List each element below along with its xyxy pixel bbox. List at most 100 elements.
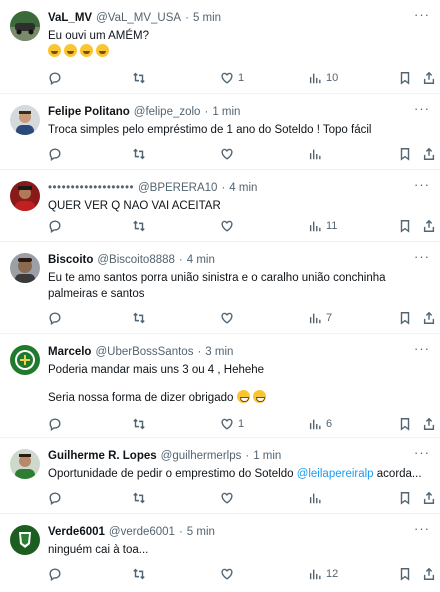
retweet-button[interactable] — [132, 71, 150, 85]
retweet-button[interactable] — [132, 311, 150, 325]
avatar[interactable] — [10, 345, 40, 375]
avatar[interactable] — [10, 525, 40, 555]
share-button[interactable] — [422, 417, 436, 431]
tweet-text: ninguém cai à toa... — [48, 542, 428, 558]
timestamp[interactable]: 4 min — [229, 180, 257, 196]
more-options-icon[interactable]: ··· — [414, 8, 430, 21]
reply-button[interactable] — [48, 417, 66, 431]
more-options-icon[interactable]: ··· — [414, 522, 430, 535]
bookmark-button[interactable] — [398, 311, 412, 325]
timestamp[interactable]: 5 min — [193, 10, 221, 26]
tweet[interactable]: Guilherme R. Lopes @guilhermerlps · 1 mi… — [0, 438, 440, 514]
retweet-button[interactable] — [132, 567, 150, 581]
tweet-text: Poderia mandar mais uns 3 ou 4 , Hehehe … — [48, 362, 428, 406]
display-name[interactable]: Felipe Politano — [48, 104, 130, 120]
share-icon — [423, 567, 435, 580]
like-button[interactable] — [220, 147, 238, 161]
tweet-text-fragment: Oportunidade de pedir o emprestimo do So… — [48, 468, 297, 480]
retweet-button[interactable] — [132, 417, 150, 431]
views-button[interactable]: 10 — [308, 71, 338, 85]
share-icon — [423, 417, 435, 430]
views-button[interactable] — [308, 147, 326, 161]
views-button[interactable] — [308, 491, 326, 505]
reply-button[interactable] — [48, 491, 66, 505]
bookmark-button[interactable] — [398, 71, 412, 85]
more-options-icon[interactable]: ··· — [414, 102, 430, 115]
timestamp[interactable]: 1 min — [253, 448, 281, 464]
reply-button[interactable] — [48, 567, 66, 581]
user-handle[interactable]: @verde6001 — [109, 524, 175, 540]
retweet-button[interactable] — [132, 147, 150, 161]
reply-button[interactable] — [48, 71, 66, 85]
retweet-button[interactable] — [132, 491, 150, 505]
share-button[interactable] — [422, 71, 436, 85]
avatar[interactable] — [10, 449, 40, 479]
display-name[interactable]: Guilherme R. Lopes — [48, 448, 157, 464]
views-button[interactable]: 11 — [308, 219, 337, 233]
timestamp[interactable]: 1 min — [212, 104, 240, 120]
more-options-icon[interactable]: ··· — [414, 178, 430, 191]
bookmark-icon — [400, 148, 410, 161]
bookmark-button[interactable] — [398, 147, 412, 161]
timestamp[interactable]: 4 min — [187, 252, 215, 268]
views-button[interactable]: 7 — [308, 311, 332, 325]
display-name[interactable]: Biscoito — [48, 252, 93, 268]
share-button[interactable] — [422, 567, 436, 581]
tweet-header: Biscoito @Biscoito8888 · 4 min — [48, 252, 428, 268]
tweet[interactable]: VaL_MV @VaL_MV_USA · 5 min ··· Eu ouvi u… — [0, 0, 440, 94]
reply-button[interactable] — [48, 311, 66, 325]
user-handle[interactable]: @Biscoito8888 — [97, 252, 175, 268]
user-handle[interactable]: @felipe_zolo — [134, 104, 201, 120]
like-button[interactable] — [220, 491, 238, 505]
share-icon — [423, 311, 435, 324]
more-options-icon[interactable]: ··· — [414, 446, 430, 459]
separator-dot: · — [245, 450, 250, 462]
avatar[interactable] — [10, 181, 40, 211]
separator-dot: · — [178, 526, 183, 538]
display-name[interactable]: VaL_MV — [48, 10, 92, 26]
avatar[interactable] — [10, 11, 40, 41]
tweet-header: Guilherme R. Lopes @guilhermerlps · 1 mi… — [48, 448, 428, 464]
mention-link[interactable]: @leilapereiralp — [297, 468, 374, 480]
bookmark-button[interactable] — [398, 567, 412, 581]
views-button[interactable]: 6 — [308, 417, 332, 431]
more-options-icon[interactable]: ··· — [414, 250, 430, 263]
like-button[interactable] — [220, 311, 238, 325]
user-handle[interactable]: @BPERERA10 — [138, 180, 217, 196]
retweet-button[interactable] — [132, 219, 150, 233]
like-button[interactable]: 1 — [220, 71, 244, 85]
display-name[interactable]: Marcelo — [48, 344, 91, 360]
like-button[interactable]: 1 — [220, 417, 244, 431]
user-handle[interactable]: @guilhermerlps — [161, 448, 242, 464]
bookmark-button[interactable] — [398, 491, 412, 505]
timestamp[interactable]: 5 min — [187, 524, 215, 540]
tweet[interactable]: Verde6001 @verde6001 · 5 min ··· ninguém… — [0, 514, 440, 592]
tweet[interactable]: Felipe Politano @felipe_zolo · 1 min ···… — [0, 94, 440, 170]
share-button[interactable] — [422, 311, 436, 325]
like-button[interactable] — [220, 219, 238, 233]
avatar[interactable] — [10, 105, 40, 135]
avatar[interactable] — [10, 253, 40, 283]
tweet[interactable]: Marcelo @UberBossSantos · 3 min ··· Pode… — [0, 334, 440, 438]
views-chart-icon — [309, 419, 321, 430]
reply-button[interactable] — [48, 147, 66, 161]
user-handle[interactable]: @UberBossSantos — [95, 344, 193, 360]
user-handle[interactable]: @VaL_MV_USA — [96, 10, 181, 26]
bookmark-button[interactable] — [398, 417, 412, 431]
share-button[interactable] — [422, 491, 436, 505]
more-options-icon[interactable]: ··· — [414, 342, 430, 355]
tweet-header: Verde6001 @verde6001 · 5 min — [48, 524, 428, 540]
share-button[interactable] — [422, 219, 436, 233]
bookmark-button[interactable] — [398, 219, 412, 233]
heart-icon — [221, 312, 233, 324]
tweet[interactable]: Biscoito @Biscoito8888 · 4 min ··· Eu te… — [0, 242, 440, 334]
share-button[interactable] — [422, 147, 436, 161]
display-name[interactable]: Verde6001 — [48, 524, 105, 540]
like-button[interactable] — [220, 567, 238, 581]
display-name[interactable]: ••••••••••••••••••• — [48, 180, 134, 196]
views-button[interactable]: 12 — [308, 567, 338, 581]
timestamp[interactable]: 3 min — [205, 344, 233, 360]
tweet[interactable]: ••••••••••••••••••• @BPERERA10 · 4 min ·… — [0, 170, 440, 242]
reply-button[interactable] — [48, 219, 66, 233]
views-chart-icon — [309, 73, 321, 84]
